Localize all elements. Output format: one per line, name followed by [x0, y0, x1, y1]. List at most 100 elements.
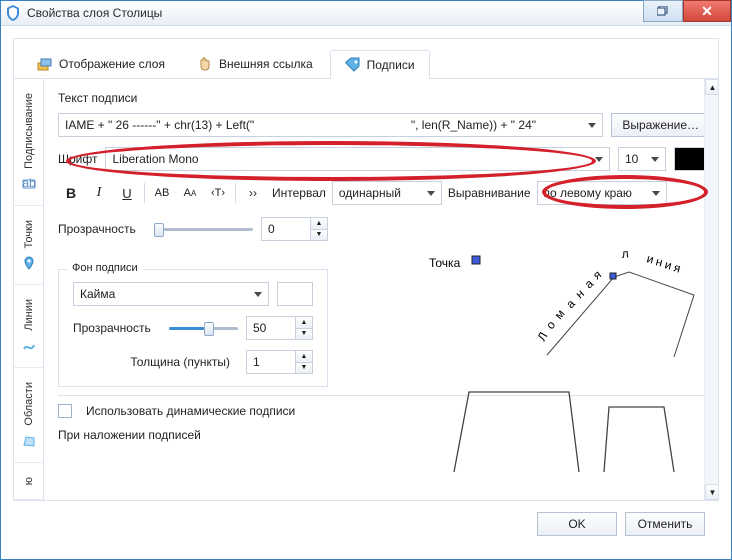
- scroll-down[interactable]: ▼: [705, 484, 718, 500]
- caret-icon: [254, 292, 262, 297]
- bg-opacity-spinner[interactable]: 50 ▲▼: [246, 316, 313, 340]
- cancel-button[interactable]: Отменить: [625, 512, 705, 536]
- vtab-lines[interactable]: Линии: [14, 285, 43, 368]
- pin-icon: [22, 256, 36, 270]
- restore-button[interactable]: [643, 0, 683, 22]
- spin-down[interactable]: ▼: [311, 230, 327, 241]
- vtab-points[interactable]: Точки: [14, 206, 43, 285]
- expression-field[interactable]: IAME + " 26 ------" + chr(13) + Left(" "…: [58, 113, 603, 137]
- bg-color-swatch[interactable]: [277, 282, 313, 306]
- svg-text:я: я: [590, 267, 604, 282]
- underline-button[interactable]: U: [114, 181, 140, 205]
- dialog-window: Свойства слоя Столицы ✕ Отображение слоя…: [0, 0, 732, 560]
- bg-thickness-row: Толщина (пункты) 1 ▲▼: [73, 350, 313, 374]
- format-toolbar: B I U AB AA ‹T› ›› Интервал одинарный: [58, 181, 710, 205]
- top-tabs: Отображение слоя Внешняя ссылка Подписи: [14, 39, 718, 79]
- bg-opacity-row: Прозрачность 50 ▲▼: [73, 316, 313, 340]
- tab-display[interactable]: Отображение слоя: [22, 49, 180, 78]
- scroll-up[interactable]: ▲: [705, 79, 718, 95]
- polygon-icon: [22, 434, 36, 448]
- hand-icon: [197, 56, 213, 72]
- svg-text:о: о: [543, 318, 558, 332]
- bg-opacity-slider[interactable]: [169, 320, 238, 336]
- align-label: Выравнивание: [448, 186, 531, 200]
- bg-thickness-spinner[interactable]: 1 ▲▼: [246, 350, 313, 374]
- tag-icon: [345, 57, 361, 73]
- smallcaps-button[interactable]: AA: [177, 181, 203, 205]
- svg-text:а: а: [582, 276, 596, 291]
- tab-body: Подписывание ab Точки Линии Области: [14, 79, 718, 500]
- tab-labels[interactable]: Подписи: [330, 50, 430, 79]
- svg-text:и: и: [645, 251, 655, 266]
- caret-icon: [595, 157, 603, 162]
- label-preview: Точка Л о м а н а я л и: [414, 247, 704, 472]
- preview-point-text: Точка: [429, 256, 461, 270]
- spin-up[interactable]: ▲: [311, 218, 327, 230]
- close-button[interactable]: ✕: [683, 0, 731, 22]
- titlebar: Свойства слоя Столицы ✕: [1, 1, 731, 26]
- opacity-slider[interactable]: [154, 221, 253, 237]
- scroll-track[interactable]: [705, 95, 718, 484]
- bg-legend: Фон подписи: [67, 262, 143, 274]
- allcaps-button[interactable]: AB: [149, 181, 175, 205]
- text-label: Текст подписи: [58, 91, 710, 105]
- scrollbar[interactable]: ▲ ▼: [704, 79, 718, 500]
- label-icon: ab: [22, 177, 36, 191]
- main-pane: Текст подписи IAME + " 26 ------" + chr(…: [44, 79, 718, 500]
- spacing-button[interactable]: ‹T›: [205, 181, 231, 205]
- interval-label: Интервал: [272, 186, 326, 200]
- caret-icon: [652, 191, 660, 196]
- bg-style-row: Кайма: [73, 282, 313, 306]
- spin-down[interactable]: ▼: [296, 363, 312, 374]
- close-icon: ✕: [701, 3, 713, 20]
- expand-button[interactable]: ››: [240, 181, 266, 205]
- spin-up[interactable]: ▲: [296, 351, 312, 363]
- font-label: Шрифт: [58, 152, 97, 166]
- caret-icon: [427, 191, 435, 196]
- svg-text:м: м: [552, 307, 568, 322]
- ok-button[interactable]: OK: [537, 512, 617, 536]
- font-size-select[interactable]: 10: [618, 147, 666, 171]
- background-group: Фон подписи Кайма Прозрачность: [58, 269, 328, 387]
- spin-down[interactable]: ▼: [296, 329, 312, 340]
- separator: [144, 183, 145, 203]
- svg-text:н: н: [573, 286, 587, 301]
- svg-text:и: и: [663, 257, 673, 272]
- content-area: Отображение слоя Внешняя ссылка Подписи …: [1, 26, 731, 559]
- bold-button[interactable]: B: [58, 181, 84, 205]
- svg-text:ab: ab: [22, 177, 36, 190]
- opacity-spinner[interactable]: 0 ▲▼: [261, 217, 328, 241]
- svg-text:я: я: [672, 260, 682, 275]
- bg-style-select[interactable]: Кайма: [73, 282, 269, 306]
- page: Отображение слоя Внешняя ссылка Подписи …: [13, 38, 719, 501]
- line-icon: [22, 339, 36, 353]
- dynamic-checkbox[interactable]: [58, 404, 72, 418]
- font-row: Шрифт Liberation Mono 10: [58, 147, 710, 171]
- interval-select[interactable]: одинарный: [332, 181, 442, 205]
- tab-external[interactable]: Внешняя ссылка: [182, 49, 328, 78]
- bg-thickness-label: Толщина (пункты): [73, 355, 238, 369]
- vtab-signing[interactable]: Подписывание ab: [14, 79, 43, 206]
- expression-button[interactable]: Выражение…: [611, 113, 710, 137]
- expression-row: IAME + " 26 ------" + chr(13) + Left(" "…: [58, 113, 710, 137]
- restore-icon: [657, 6, 669, 16]
- app-icon: [5, 5, 21, 21]
- font-select[interactable]: Liberation Mono: [105, 147, 610, 171]
- vtab-areas[interactable]: Области: [14, 368, 43, 463]
- svg-text:н: н: [654, 254, 664, 269]
- window-title: Свойства слоя Столицы: [27, 6, 727, 20]
- spin-up[interactable]: ▲: [296, 317, 312, 329]
- svg-text:а: а: [563, 296, 578, 311]
- vertical-tabs: Подписывание ab Точки Линии Области: [14, 79, 44, 500]
- vtab-more[interactable]: ю: [14, 463, 43, 500]
- bg-opacity-label: Прозрачность: [73, 321, 161, 335]
- dialog-footer: OK Отменить: [13, 501, 719, 547]
- caret-icon: [588, 123, 596, 128]
- italic-button[interactable]: I: [86, 181, 112, 205]
- align-select[interactable]: по левому краю: [537, 181, 667, 205]
- window-buttons: ✕: [643, 0, 731, 22]
- dynamic-label: Использовать динамические подписи: [86, 404, 295, 418]
- preview-polyline-text: Л о м а н а я л и н и я: [534, 247, 682, 344]
- opacity-label: Прозрачность: [58, 222, 146, 236]
- separator: [235, 183, 236, 203]
